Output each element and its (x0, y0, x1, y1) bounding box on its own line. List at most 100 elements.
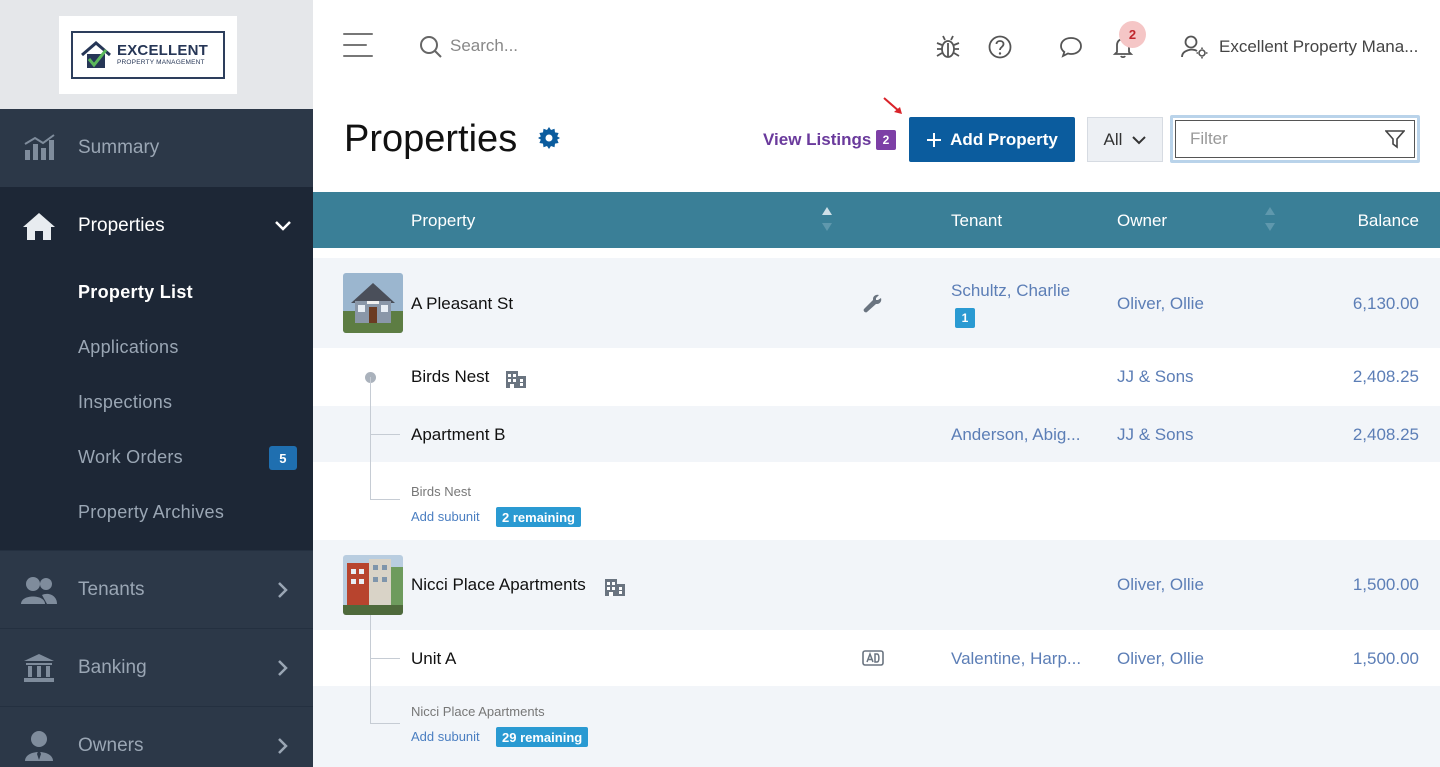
filter-field[interactable]: Filter (1170, 115, 1420, 163)
table-row: Birds Nest Add subunit 2 remaining (313, 462, 1440, 540)
logo-title: EXCELLENT (117, 42, 208, 60)
tenant-count-badge[interactable]: 1 (955, 308, 975, 328)
add-property-button[interactable]: Add Property (909, 117, 1075, 162)
chevron-right-icon (278, 737, 288, 754)
logo-subtitle: PROPERTY MANAGEMENT (117, 59, 205, 67)
search-icon[interactable] (419, 35, 443, 59)
chat-icon[interactable] (1059, 35, 1083, 59)
search-input[interactable]: Search... (450, 36, 518, 56)
chart-icon (24, 134, 55, 160)
sidebar-item-property-list[interactable]: Property List (0, 265, 313, 320)
sidebar-sub-label: Inspections (78, 392, 173, 412)
listings-count-badge: 2 (876, 130, 896, 150)
balance-value[interactable]: 2,408.25 (1353, 367, 1419, 387)
add-subunit-link[interactable]: Add subunit (411, 509, 480, 524)
sidebar-item-work-orders[interactable]: Work Orders 5 (0, 430, 313, 485)
table-row[interactable]: Unit A Valentine, Harp... Oliver, Ollie … (313, 630, 1440, 686)
notification-count-badge[interactable]: 2 (1119, 21, 1146, 48)
column-header-tenant[interactable]: Tenant (951, 211, 1002, 231)
plus-icon (927, 132, 942, 147)
sidebar-item-tenants[interactable]: Tenants (0, 550, 313, 628)
sidebar-item-inspections[interactable]: Inspections (0, 375, 313, 430)
column-header-property[interactable]: Property (411, 211, 475, 231)
wrench-icon[interactable] (863, 293, 883, 313)
sidebar-label-owners: Owners (78, 734, 144, 756)
add-subunit-link[interactable]: Add subunit (411, 729, 480, 744)
tenant-link[interactable]: Schultz, Charlie (951, 281, 1070, 301)
property-name[interactable]: A Pleasant St (411, 294, 513, 314)
sidebar-item-applications[interactable]: Applications (0, 320, 313, 375)
property-name[interactable]: Unit A (411, 649, 456, 669)
logo-house-icon (81, 41, 111, 68)
tree-line (370, 377, 371, 499)
scope-select-value: All (1103, 129, 1123, 149)
view-listings-link[interactable]: View Listings (763, 130, 871, 150)
sidebar-sub-label: Property List (78, 282, 193, 302)
table-header: Property Tenant Owner Balance (313, 192, 1440, 248)
bank-icon (24, 653, 54, 682)
tree-line (370, 615, 371, 723)
column-header-balance[interactable]: Balance (1358, 211, 1419, 231)
filter-input[interactable]: Filter (1175, 120, 1415, 158)
annotation-arrow-icon (883, 97, 902, 114)
sidebar-item-banking[interactable]: Banking (0, 628, 313, 706)
owner-link[interactable]: Oliver, Ollie (1117, 294, 1204, 314)
funnel-icon[interactable] (1385, 129, 1405, 149)
bug-icon[interactable] (936, 35, 960, 59)
building-icon (605, 579, 625, 596)
account-name[interactable]: Excellent Property Mana... (1219, 37, 1418, 57)
sort-icon[interactable] (822, 206, 832, 232)
subunit-parent-label: Nicci Place Apartments (411, 704, 545, 719)
property-photo[interactable] (343, 273, 403, 333)
properties-subnav: Property List Applications Inspections W… (0, 265, 313, 550)
owner-link[interactable]: JJ & Sons (1117, 425, 1194, 445)
sidebar-label-banking: Banking (78, 656, 147, 678)
property-name[interactable]: Nicci Place Apartments (411, 575, 586, 595)
logo-area: EXCELLENT PROPERTY MANAGEMENT (0, 0, 313, 109)
property-name[interactable]: Apartment B (411, 425, 506, 445)
scope-select[interactable]: All (1087, 117, 1163, 162)
tree-line (370, 499, 400, 500)
tree-line (370, 434, 400, 435)
sidebar-label-tenants: Tenants (78, 578, 145, 600)
add-property-label: Add Property (950, 129, 1058, 149)
chevron-right-icon (278, 581, 288, 598)
sidebar-sub-label: Property Archives (78, 502, 225, 522)
owner-link[interactable]: JJ & Sons (1117, 367, 1194, 387)
property-photo[interactable] (343, 555, 403, 615)
gear-icon[interactable] (538, 127, 560, 149)
company-logo[interactable]: EXCELLENT PROPERTY MANAGEMENT (59, 16, 237, 94)
sidebar-item-owners[interactable]: Owners (0, 706, 313, 767)
menu-toggle-icon[interactable] (343, 33, 373, 66)
page-title: Properties (344, 118, 518, 160)
owner-link[interactable]: Oliver, Ollie (1117, 649, 1204, 669)
table-row[interactable]: Nicci Place Apartments Oliver, Ollie 1,5… (313, 540, 1440, 630)
user-settings-icon[interactable] (1181, 35, 1209, 59)
sort-icon[interactable] (1265, 206, 1275, 232)
balance-value[interactable]: 1,500.00 (1353, 649, 1419, 669)
sidebar-item-properties[interactable]: Properties (0, 187, 313, 265)
owner-link[interactable]: Oliver, Ollie (1117, 575, 1204, 595)
property-name[interactable]: Birds Nest (411, 367, 489, 387)
sidebar-item-summary[interactable]: Summary (0, 109, 313, 187)
column-header-owner[interactable]: Owner (1117, 211, 1167, 231)
help-icon[interactable] (988, 35, 1012, 59)
table-row: Nicci Place Apartments Add subunit 29 re… (313, 686, 1440, 767)
sidebar-sub-label: Work Orders (78, 447, 183, 467)
balance-value[interactable]: 6,130.00 (1353, 294, 1419, 314)
sidebar: EXCELLENT PROPERTY MANAGEMENT Summary Pr… (0, 0, 313, 767)
tree-line (370, 723, 400, 724)
topbar: Search... 2 Excellent Property Mana... (313, 0, 1440, 95)
table-row[interactable]: A Pleasant St Schultz, Charlie 1 Oliver,… (313, 258, 1440, 348)
balance-value[interactable]: 2,408.25 (1353, 425, 1419, 445)
sidebar-item-property-archives[interactable]: Property Archives (0, 485, 313, 540)
tenant-link[interactable]: Anderson, Abig... (951, 425, 1080, 445)
home-icon (23, 213, 55, 240)
subunit-parent-label: Birds Nest (411, 484, 471, 499)
table-row[interactable]: Birds Nest JJ & Sons 2,408.25 (313, 348, 1440, 406)
sidebar-label-properties: Properties (78, 215, 165, 236)
ad-icon[interactable] (862, 650, 884, 666)
balance-value[interactable]: 1,500.00 (1353, 575, 1419, 595)
table-row[interactable]: Apartment B Anderson, Abig... JJ & Sons … (313, 406, 1440, 462)
tenant-link[interactable]: Valentine, Harp... (951, 649, 1081, 669)
